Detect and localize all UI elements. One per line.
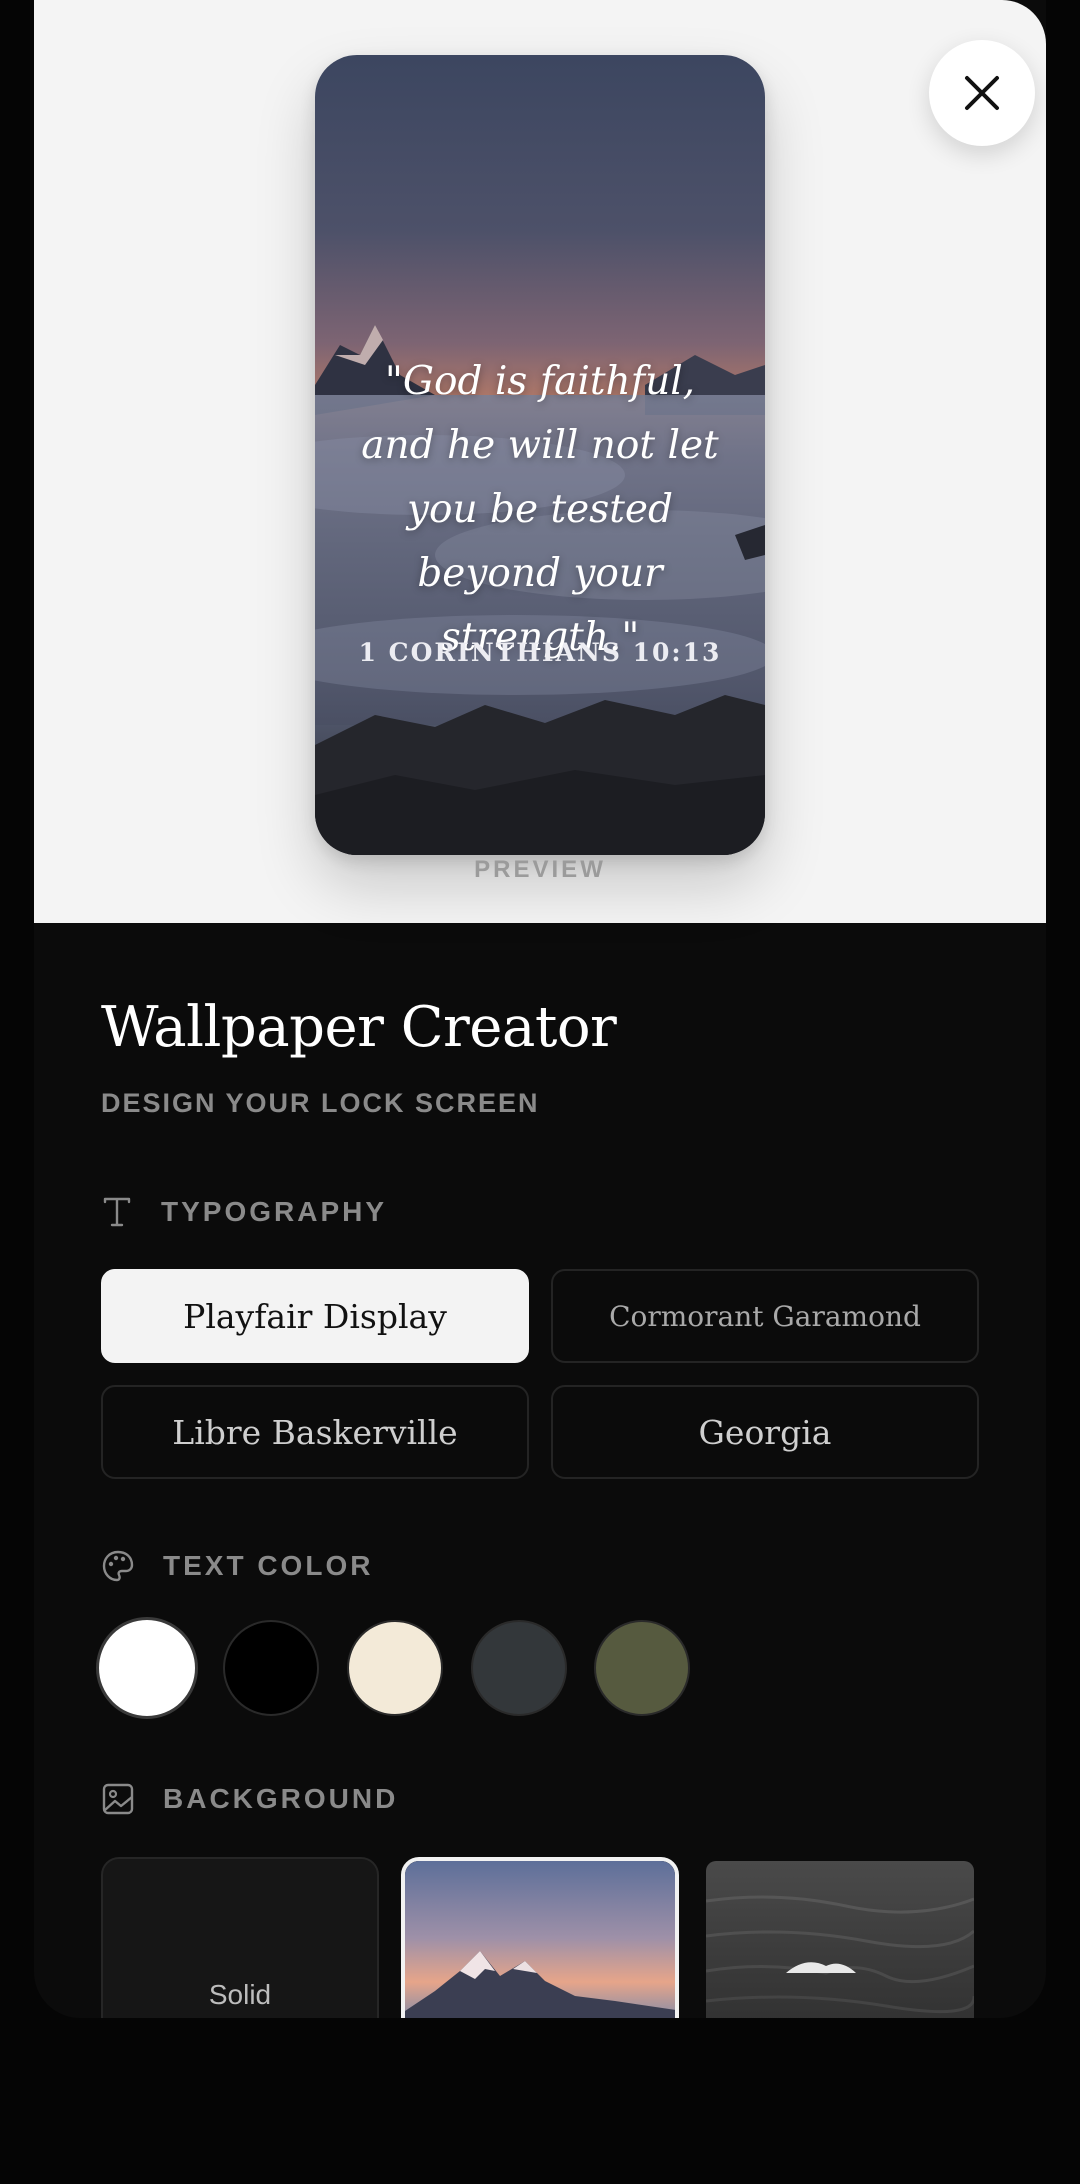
preview-area: "God is faithful, and he will not let yo… xyxy=(34,0,1046,923)
preview-reference: 1 CORINTHIANS 10:13 xyxy=(358,638,722,667)
wallpaper-creator-sheet: "God is faithful, and he will not let yo… xyxy=(34,0,1046,2018)
color-swatch-black[interactable] xyxy=(223,1620,319,1716)
background-section-header: BACKGROUND xyxy=(101,1782,398,1816)
background-option-solid[interactable]: Solid xyxy=(101,1857,379,2018)
color-swatch-olive[interactable] xyxy=(594,1620,690,1716)
background-option-mountain[interactable] xyxy=(401,1857,679,2018)
image-icon xyxy=(102,1783,134,1815)
close-button[interactable] xyxy=(929,40,1035,146)
text-color-section-header: TEXT COLOR xyxy=(101,1549,373,1583)
text-color-label: TEXT COLOR xyxy=(163,1550,374,1581)
color-swatch-charcoal[interactable] xyxy=(471,1620,567,1716)
mountain-thumbnail xyxy=(405,1861,675,2018)
page-subtitle: DESIGN YOUR LOCK SCREEN xyxy=(101,1088,540,1118)
preview-quote: "God is faithful, and he will not let yo… xyxy=(361,359,719,660)
preview-label: PREVIEW xyxy=(474,856,606,883)
font-option-cormorant-garamond[interactable]: Cormorant Garamond xyxy=(551,1269,979,1363)
font-option-georgia[interactable]: Georgia xyxy=(551,1385,979,1479)
typography-label: TYPOGRAPHY xyxy=(161,1196,388,1227)
font-option-playfair-display[interactable]: Playfair Display xyxy=(101,1269,529,1363)
background-option-solid-label: Solid xyxy=(208,1979,272,2010)
font-option-libre-baskerville[interactable]: Libre Baskerville xyxy=(101,1385,529,1479)
type-icon xyxy=(103,1197,131,1227)
wallpaper-preview: "God is faithful, and he will not let yo… xyxy=(315,55,765,855)
background-option-ocean[interactable] xyxy=(706,1861,974,2018)
page-title: Wallpaper Creator xyxy=(101,995,617,1060)
color-swatch-white[interactable] xyxy=(96,1617,198,1719)
ocean-thumbnail xyxy=(706,1861,974,2018)
background-label: BACKGROUND xyxy=(163,1783,399,1814)
color-swatch-cream[interactable] xyxy=(347,1620,443,1716)
typography-section-header: TYPOGRAPHY xyxy=(101,1196,387,1228)
palette-icon xyxy=(102,1550,134,1582)
close-icon xyxy=(965,76,999,110)
